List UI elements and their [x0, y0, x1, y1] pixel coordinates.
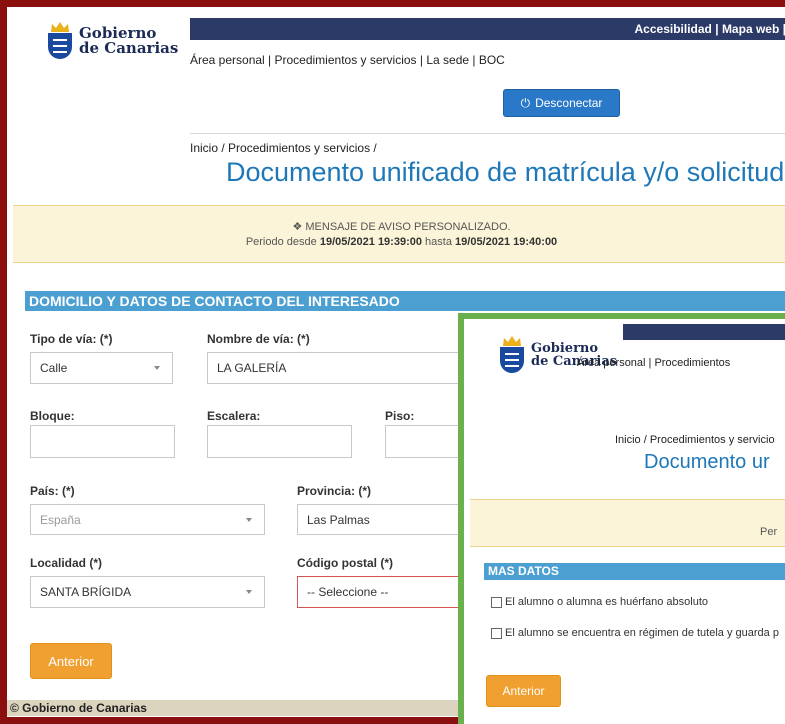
overlay-section-header: MAS DATOS — [484, 563, 785, 580]
gobierno-logo[interactable]: Gobierno de Canarias — [47, 21, 178, 61]
crest-icon — [47, 21, 73, 61]
provincia-label: Provincia: (*) — [297, 484, 372, 498]
chevron-down-icon — [246, 517, 252, 522]
bloque-input[interactable] — [30, 425, 175, 458]
codigo-postal-select[interactable]: -- Seleccione -- — [297, 576, 477, 608]
chevron-down-icon — [154, 366, 160, 370]
logo-line2: de Canarias — [79, 39, 179, 57]
escalera-input[interactable] — [207, 425, 352, 458]
overlay-window: Gobierno de Canarias Área personal | Pro… — [458, 313, 785, 724]
alert-to: 19/05/2021 19:40:00 — [455, 236, 558, 248]
localidad-value: SANTA BRÍGIDA — [40, 585, 132, 599]
power-icon: ⏻ — [520, 95, 531, 110]
alert-title: MENSAJE DE AVISO PERSONALIZADO. — [305, 221, 511, 233]
piso-label: Piso: — [385, 409, 415, 423]
huerfano-checkbox[interactable] — [491, 596, 502, 608]
nombre-via-label: Nombre de vía: (*) — [207, 332, 310, 346]
tipo-via-label: Tipo de vía: (*) — [30, 332, 113, 346]
top-utility-bar: Accesibilidad | Mapa web | — [190, 18, 785, 40]
pais-value: España — [40, 512, 81, 527]
divider — [190, 133, 785, 134]
alert-from: 19/05/2021 19:39:00 — [319, 236, 422, 248]
pais-label: País: (*) — [30, 484, 75, 498]
info-icon: ❖ — [292, 221, 303, 233]
main-nav[interactable]: Área personal | Procedimientos y servici… — [190, 53, 505, 67]
overlay-breadcrumb[interactable]: Inicio / Procedimientos y servicio — [615, 434, 775, 446]
page-title: Documento unificado de matrícula y/o sol… — [226, 157, 785, 187]
bloque-label: Bloque: — [30, 409, 75, 423]
overlay-alert-fragment: Per — [760, 526, 778, 538]
overlay-gobierno-logo[interactable]: Gobierno de Canarias — [499, 335, 617, 375]
alert-middle: hasta — [425, 236, 452, 248]
nombre-via-value: LA GALERÍA — [217, 361, 287, 375]
sitemap-link[interactable]: Mapa web — [722, 22, 779, 36]
localidad-label: Localidad (*) — [30, 556, 103, 570]
codigo-postal-label: Código postal (*) — [297, 556, 393, 570]
escalera-label: Escalera: — [207, 409, 261, 423]
section-header: DOMICILIO Y DATOS DE CONTACTO DEL INTERE… — [25, 291, 785, 311]
tutela-checkbox-row[interactable]: El alumno se encuentra en régimen de tut… — [491, 627, 779, 639]
overlay-nav[interactable]: Área personal | Procedimientos — [577, 357, 730, 369]
huerfano-label: El alumno o alumna es huérfano absoluto — [505, 596, 709, 608]
provincia-select[interactable]: Las Palmas — [297, 504, 477, 535]
disconnect-label: Desconectar — [535, 96, 603, 110]
nombre-via-input[interactable]: LA GALERÍA — [207, 352, 467, 384]
breadcrumb[interactable]: Inicio / Procedimientos y servicios / — [190, 141, 377, 155]
tipo-via-value: Calle — [40, 361, 68, 375]
overlay-top-bar — [623, 324, 785, 340]
chevron-down-icon — [246, 590, 252, 594]
codigo-postal-value: -- Seleccione -- — [307, 585, 389, 599]
overlay-anterior-button[interactable]: Anterior — [486, 675, 561, 707]
tipo-via-select[interactable]: Calle — [30, 352, 173, 384]
overlay-alert-box: Per — [470, 499, 785, 547]
accessibility-link[interactable]: Accesibilidad — [635, 22, 712, 36]
huerfano-checkbox-row[interactable]: El alumno o alumna es huérfano absoluto — [491, 596, 708, 608]
alert-box: ❖ MENSAJE DE AVISO PERSONALIZADO. Period… — [13, 205, 785, 263]
provincia-value: Las Palmas — [307, 512, 370, 527]
alert-period-prefix: Periodo desde — [245, 236, 317, 248]
localidad-select[interactable]: SANTA BRÍGIDA — [30, 576, 265, 608]
overlay-page-title: Documento ur — [644, 451, 770, 473]
anterior-button[interactable]: Anterior — [30, 643, 112, 679]
crest-icon — [499, 335, 525, 375]
tutela-checkbox[interactable] — [491, 627, 502, 639]
disconnect-button[interactable]: ⏻ Desconectar — [503, 89, 620, 117]
tutela-label: El alumno se encuentra en régimen de tut… — [505, 627, 779, 639]
pais-select[interactable]: España — [30, 504, 265, 535]
footer: © Gobierno de Canarias — [7, 700, 467, 716]
